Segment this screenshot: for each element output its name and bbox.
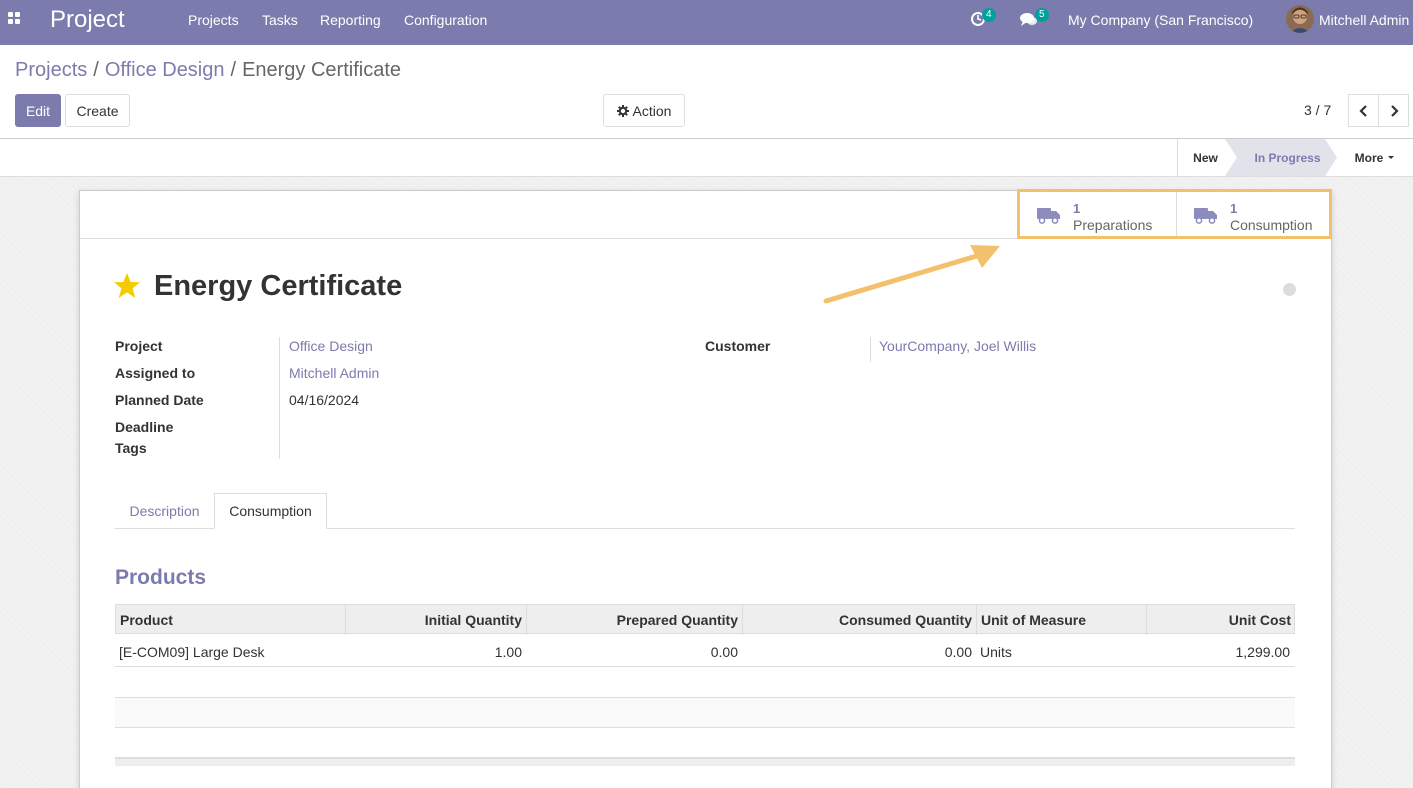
tags-label: Tags — [115, 440, 147, 456]
cell-unit-cost: 1,299.00 — [1235, 644, 1291, 660]
menu-configuration[interactable]: Configuration — [404, 12, 487, 28]
breadcrumb-projects[interactable]: Projects — [15, 59, 87, 81]
more-label: More — [1354, 150, 1384, 165]
truck-icon — [1194, 208, 1217, 224]
edit-button[interactable]: Edit — [15, 94, 61, 127]
create-button[interactable]: Create — [65, 94, 130, 127]
planned-date-label: Planned Date — [115, 392, 204, 408]
gear-icon — [616, 104, 629, 117]
tab-description[interactable]: Description — [115, 493, 214, 529]
breadcrumb-separator: / — [93, 59, 99, 81]
consumption-label: Consumption — [1230, 217, 1313, 233]
pager-next-button[interactable] — [1378, 94, 1409, 127]
consumption-count: 1 — [1230, 201, 1238, 216]
caret-down-icon — [1388, 156, 1395, 159]
assigned-to-field[interactable]: Mitchell Admin — [289, 365, 379, 381]
cell-unit-of-measure: Units — [980, 644, 1012, 660]
project-field[interactable]: Office Design — [289, 338, 373, 354]
smart-button-box: 1 Preparations 1 Consumption — [80, 191, 1331, 239]
cell-product: [E-COM09] Large Desk — [119, 644, 265, 660]
pager-value[interactable]: 3 / 7 — [1304, 102, 1331, 118]
preparations-count: 1 — [1073, 201, 1081, 216]
breadcrumb-office-design[interactable]: Office Design — [105, 59, 225, 81]
preparations-label: Preparations — [1073, 217, 1153, 233]
company-switcher[interactable]: My Company (San Francisco) — [1068, 12, 1253, 28]
activity-badge: 4 — [982, 8, 996, 22]
truck-icon — [1037, 208, 1060, 224]
cell-initial-quantity: 1.00 — [494, 644, 522, 660]
table-header: Product Initial Quantity Prepared Quanti… — [115, 604, 1295, 635]
menu-projects[interactable]: Projects — [188, 12, 239, 28]
cell-consumed-quantity: 0.00 — [944, 644, 972, 660]
table-footer — [115, 758, 1295, 766]
deadline-label: Deadline — [115, 419, 174, 435]
customer-field[interactable]: YourCompany, Joel Willis — [879, 338, 1036, 354]
messages-badge: 5 — [1035, 8, 1049, 22]
cell-prepared-quantity: 0.00 — [710, 644, 738, 660]
top-navbar: Project Projects Tasks Reporting Configu… — [0, 0, 1413, 45]
planned-date-field[interactable]: 04/16/2024 — [289, 392, 359, 408]
task-title: Energy Certificate — [154, 270, 403, 302]
table-row[interactable]: [E-COM09] Large Desk 1.00 0.00 0.00 Unit… — [115, 637, 1295, 667]
stage-more-dropdown[interactable]: More — [1344, 139, 1406, 176]
project-label: Project — [115, 338, 163, 354]
pager-previous-button[interactable] — [1348, 94, 1379, 127]
priority-star-icon[interactable] — [113, 272, 141, 299]
preparations-smart-button[interactable]: 1 Preparations — [1019, 191, 1176, 238]
column-unit-of-measure[interactable]: Unit of Measure — [977, 605, 1147, 635]
action-button[interactable]: Action — [603, 94, 685, 127]
annotation-arrow — [823, 245, 1000, 304]
products-section-title: Products — [115, 566, 207, 589]
chevron-left-icon — [1358, 104, 1367, 117]
empty-table-row — [115, 668, 1295, 698]
tab-consumption[interactable]: Consumption — [214, 493, 327, 529]
column-product[interactable]: Product — [116, 605, 346, 635]
breadcrumb-current: Energy Certificate — [242, 59, 402, 81]
breadcrumb: Projects / Office Design / Energy Certificat… — [15, 59, 401, 82]
chevron-right-icon — [1390, 104, 1399, 117]
menu-tasks[interactable]: Tasks — [262, 12, 298, 28]
stage-in-progress[interactable]: In Progress — [1240, 139, 1335, 176]
user-menu[interactable]: Mitchell Admin — [1319, 12, 1409, 28]
consumption-smart-button[interactable]: 1 Consumption — [1176, 191, 1331, 238]
column-initial-quantity[interactable]: Initial Quantity — [346, 605, 527, 635]
app-name[interactable]: Project — [50, 6, 125, 34]
kanban-state-indicator[interactable] — [1283, 283, 1296, 296]
apps-menu-icon[interactable] — [8, 12, 22, 26]
empty-table-row — [115, 698, 1295, 728]
empty-table-row — [115, 728, 1295, 758]
column-prepared-quantity[interactable]: Prepared Quantity — [527, 605, 743, 635]
customer-label: Customer — [705, 338, 771, 354]
status-bar: New In Progress More — [0, 139, 1413, 177]
field-separator — [279, 337, 280, 459]
breadcrumb-separator: / — [230, 59, 237, 81]
action-label: Action — [632, 102, 672, 119]
user-avatar[interactable] — [1286, 5, 1314, 33]
column-unit-cost[interactable]: Unit Cost — [1147, 605, 1295, 635]
menu-reporting[interactable]: Reporting — [320, 12, 381, 28]
field-separator — [870, 337, 871, 362]
assigned-to-label: Assigned to — [115, 365, 196, 381]
column-consumed-quantity[interactable]: Consumed Quantity — [743, 605, 977, 635]
